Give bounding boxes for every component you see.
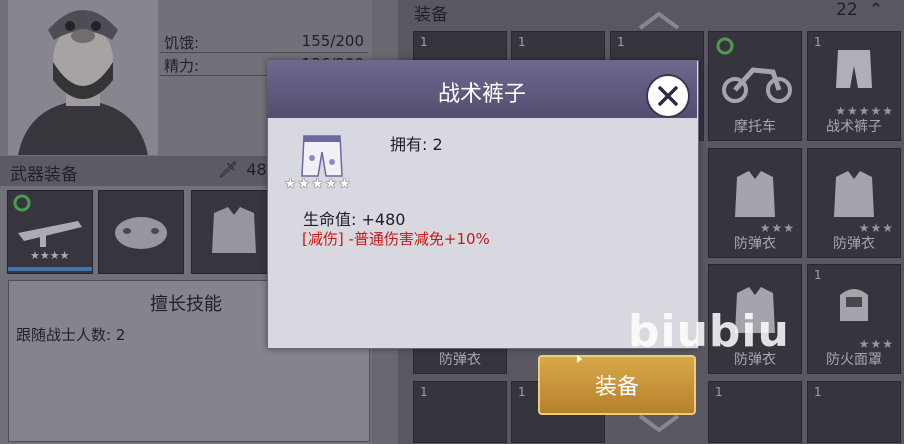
owned-count: 拥有: 2 — [390, 135, 443, 154]
equip-button[interactable]: 装备 — [538, 355, 696, 415]
close-button[interactable] — [646, 74, 690, 118]
watermark: biubiu — [628, 306, 790, 357]
hp-stat: 生命值: +480 — [303, 210, 406, 229]
popup-title: 战术裤子 — [437, 82, 526, 107]
cursor-icon — [577, 355, 582, 363]
close-icon — [658, 86, 678, 106]
pants-icon — [301, 135, 343, 177]
perk-stat: [减伤] -普通伤害减免+10% — [302, 230, 490, 248]
item-rating-stars: ★★★★★ — [284, 176, 352, 192]
